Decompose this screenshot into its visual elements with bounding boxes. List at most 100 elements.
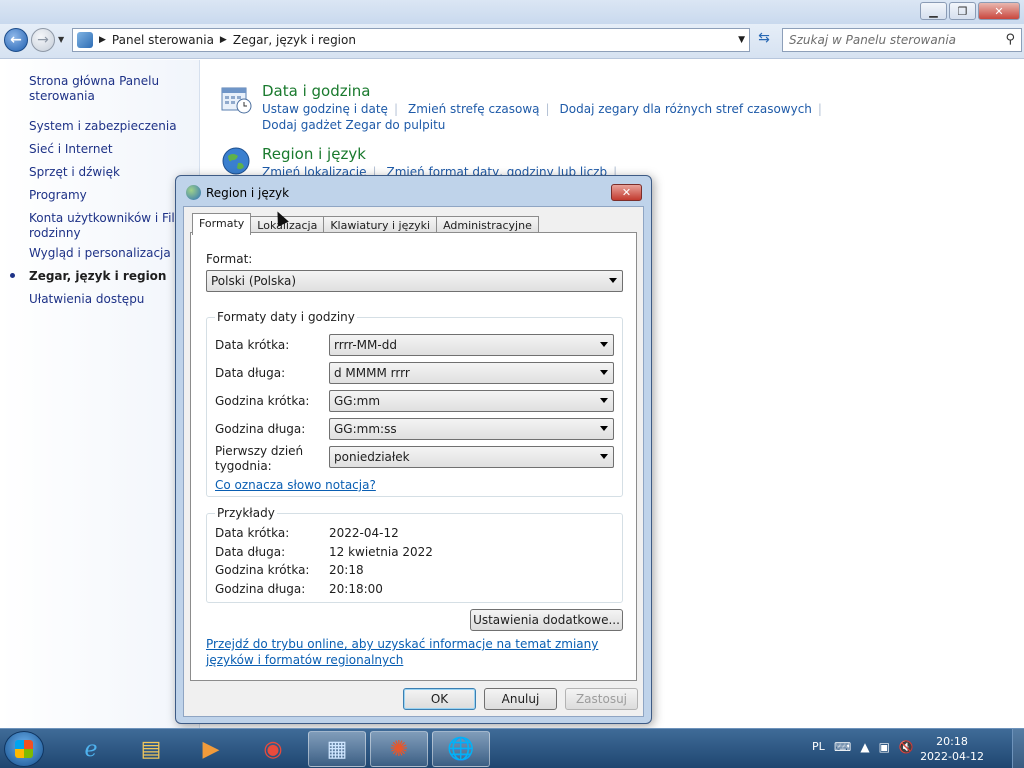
chevron-right-icon[interactable]: ▶ [220, 35, 227, 45]
globe-clock-icon [222, 147, 250, 175]
link-change-time-zone[interactable]: Zmień strefę czasową [408, 102, 540, 116]
long-time-value: GG:mm:ss [334, 422, 397, 436]
first-day-label: Pierwszy dzień tygodnia: [215, 444, 304, 473]
short-date-label: Data krótka: [215, 338, 290, 352]
language-indicator[interactable]: PL [812, 740, 825, 753]
forward-button[interactable]: → [31, 28, 55, 52]
nav-link-appearance[interactable]: Wygląd i personalizacja [29, 246, 189, 261]
short-time-label: Godzina krótka: [215, 394, 310, 408]
first-day-value: poniedziałek [334, 450, 410, 464]
category-links-date-time: Ustaw godzinę i datę | Zmień strefę czasow… [262, 102, 822, 116]
first-day-select[interactable]: poniedziałek [329, 446, 614, 468]
nav-link-control-panel-home[interactable]: Strona główna Panelu sterowania [29, 74, 189, 104]
long-date-select[interactable]: d MMMM rrrr [329, 362, 614, 384]
volume-muted-icon[interactable]: 🔇 [899, 740, 914, 754]
date-time-formats-title: Formaty daty i godziny [215, 310, 357, 324]
clock-date: 2022-04-12 [920, 750, 984, 763]
link-add-clock-gadget[interactable]: Dodaj gadżet Zegar do pulpitu [262, 118, 445, 132]
nav-link-clock-language-region[interactable]: Zegar, język i region [29, 269, 189, 284]
example-long-date-value: 12 kwietnia 2022 [329, 545, 433, 559]
long-date-value: d MMMM rrrr [334, 366, 410, 380]
additional-settings-button[interactable]: Ustawienia dodatkowe... [470, 609, 623, 631]
apply-button[interactable]: Zastosuj [565, 688, 638, 710]
chrome-icon[interactable]: ◉ [244, 731, 302, 767]
clock-time: 20:18 [936, 735, 968, 748]
link-add-clocks[interactable]: Dodaj zegary dla różnych stref czasowych [560, 102, 812, 116]
example-long-date-label: Data długa: [215, 545, 286, 559]
nav-link-system-security[interactable]: System i zabezpieczenia [29, 119, 189, 134]
minimize-button[interactable]: ▁ [920, 2, 947, 20]
dialog-title: Region i język [206, 186, 290, 200]
system-tray: ⌨ ▲ ▣ 🔇 [834, 740, 914, 754]
dropdown-arrow-icon [609, 278, 617, 283]
tab-formats[interactable]: Formaty [192, 213, 252, 235]
breadcrumb-clock-language-region[interactable]: Zegar, język i region [233, 33, 356, 47]
tray-up-arrow-icon[interactable]: ▲ [860, 740, 869, 754]
nav-link-hardware-sound[interactable]: Sprzęt i dźwięk [29, 165, 189, 180]
address-bar[interactable]: ▶ Panel sterowania ▶ Zegar, język i regi… [72, 28, 750, 52]
address-dropdown-icon[interactable]: ▼ [738, 35, 745, 45]
left-nav-pane: Strona główna Panelu sterowania System i… [0, 60, 200, 728]
example-long-time-value: 20:18:00 [329, 582, 383, 596]
format-select[interactable]: Polski (Polska) [206, 270, 623, 292]
refresh-icon[interactable]: ⇆ [753, 30, 775, 50]
format-select-value: Polski (Polska) [211, 274, 297, 288]
start-button[interactable] [4, 731, 44, 767]
maximize-button[interactable]: ❐ [949, 2, 976, 20]
link-set-time-date[interactable]: Ustaw godzinę i datę [262, 102, 388, 116]
internet-explorer-icon[interactable]: ℯ [62, 731, 120, 767]
category-title-region-language[interactable]: Region i język [262, 145, 366, 163]
network-icon[interactable]: ▣ [879, 740, 890, 754]
search-icon[interactable]: ⚲ [1005, 32, 1015, 47]
recent-pages-dropdown[interactable]: ▼ [58, 35, 64, 44]
examples-group: Przykłady Data krótka: 2022-04-12 Data d… [206, 506, 623, 603]
dropdown-arrow-icon [600, 370, 608, 375]
cancel-button[interactable]: Anuluj [484, 688, 557, 710]
taskbar: ℯ ▤ ▶ ◉ ▦ ✺ 🌐 PL ⌨ ▲ ▣ 🔇 20:18 2022-04-1… [0, 728, 1024, 768]
long-date-label: Data długa: [215, 366, 286, 380]
short-date-select[interactable]: rrrr-MM-dd [329, 334, 614, 356]
current-item-bullet [10, 273, 15, 278]
online-info-link[interactable]: Przejdź do trybu online, aby uzyskać inf… [206, 636, 616, 668]
example-short-date-label: Data krótka: [215, 526, 290, 540]
media-player-icon[interactable]: ▶ [182, 731, 240, 767]
clock[interactable]: 20:18 2022-04-12 [920, 734, 984, 764]
short-time-select[interactable]: GG:mm [329, 390, 614, 412]
examples-title: Przykłady [215, 506, 277, 520]
formats-tab-panel: Format: Polski (Polska) Formaty daty i g… [190, 232, 637, 681]
dropdown-arrow-icon [600, 426, 608, 431]
long-time-select[interactable]: GG:mm:ss [329, 418, 614, 440]
control-panel-taskbar-icon[interactable]: ▦ [308, 731, 366, 767]
dialog-tabs: Formaty Lokalizacja Klawiatury i języki … [192, 213, 539, 235]
app-taskbar-icon[interactable]: ✺ [370, 731, 428, 767]
show-desktop-button[interactable] [1012, 729, 1024, 768]
dropdown-arrow-icon [600, 342, 608, 347]
example-short-time-value: 20:18 [329, 563, 364, 577]
date-time-formats-group: Formaty daty i godziny Data krótka: rrrr… [206, 310, 623, 497]
nav-link-ease-of-access[interactable]: Ułatwienia dostępu [29, 292, 189, 307]
globe-icon [186, 185, 201, 200]
notation-help-link[interactable]: Co oznacza słowo notacja? [215, 478, 376, 492]
address-toolbar: ← → ▼ ▶ Panel sterowania ▶ Zegar, język … [0, 24, 1024, 59]
nav-link-user-accounts[interactable]: Konta użytkowników i Filtr rodzinny [29, 211, 189, 241]
category-title-date-time[interactable]: Data i godzina [262, 82, 370, 100]
format-label: Format: [206, 252, 253, 266]
breadcrumb-control-panel[interactable]: Panel sterowania [112, 33, 214, 47]
search-input[interactable]: Szukaj w Panelu sterowania ⚲ [782, 28, 1022, 52]
dialog-close-button[interactable]: ✕ [611, 184, 642, 201]
nav-link-network-internet[interactable]: Sieć i Internet [29, 142, 189, 157]
windows-logo-icon [15, 740, 33, 758]
close-window-button[interactable]: ✕ [978, 2, 1020, 20]
region-language-taskbar-icon[interactable]: 🌐 [432, 731, 490, 767]
file-explorer-icon[interactable]: ▤ [122, 731, 180, 767]
calendar-clock-icon [221, 87, 252, 114]
chevron-right-icon[interactable]: ▶ [99, 35, 106, 45]
ok-button[interactable]: OK [403, 688, 476, 710]
nav-link-programs[interactable]: Programy [29, 188, 189, 203]
control-panel-icon [77, 32, 93, 48]
back-button[interactable]: ← [4, 28, 28, 52]
keyboard-icon[interactable]: ⌨ [834, 740, 851, 754]
window-titlebar: ▁ ❐ ✕ [0, 0, 1024, 24]
long-time-label: Godzina długa: [215, 422, 306, 436]
example-long-time-label: Godzina długa: [215, 582, 306, 596]
